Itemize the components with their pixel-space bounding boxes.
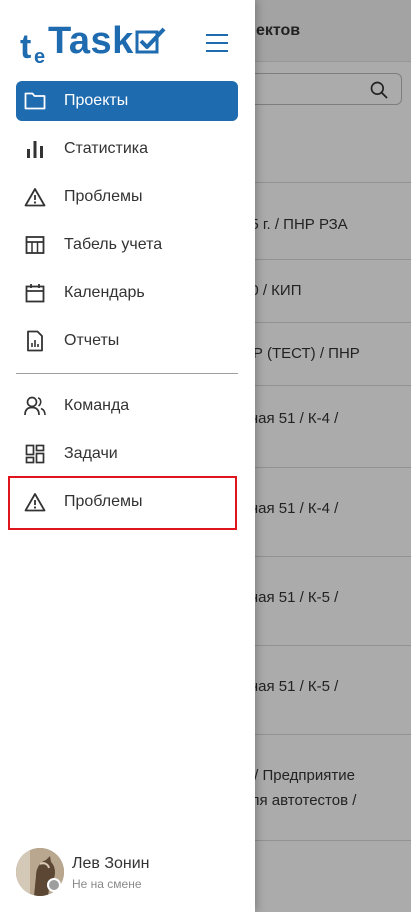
nav-item-label: Календарь <box>64 284 145 301</box>
selection-highlight <box>8 476 237 530</box>
nav-item-label: Проблемы <box>64 188 143 205</box>
checkbox-icon <box>135 27 166 54</box>
logo-letter-t: t <box>20 28 32 66</box>
tetask-logo: t e Task <box>20 18 180 70</box>
menu-icon[interactable] <box>206 33 228 53</box>
tasks-icon <box>23 442 47 466</box>
nav-item-label: Статистика <box>64 140 149 157</box>
nav-item-label: Задачи <box>64 445 118 462</box>
folder-icon <box>23 89 47 113</box>
nav-item-team[interactable]: Команда <box>16 386 238 426</box>
nav-item-calendar[interactable]: Календарь <box>16 273 238 313</box>
user-profile[interactable]: Лев Зонин Не на смене <box>16 848 246 896</box>
user-name: Лев Зонин <box>72 855 150 872</box>
warning-icon <box>23 185 47 209</box>
nav-divider <box>16 373 238 374</box>
report-icon <box>23 329 47 353</box>
logo-letter-e: e <box>34 46 46 68</box>
user-status: Не на смене <box>72 877 142 891</box>
nav-item-label: Команда <box>64 397 130 414</box>
nav-item-label: Табель учета <box>64 236 163 253</box>
nav-item-timesheet[interactable]: Табель учета <box>16 225 238 265</box>
nav-item-label: Отчеты <box>64 332 120 349</box>
nav-item-reports[interactable]: Отчеты <box>16 321 238 361</box>
logo-wordmark: Task <box>48 20 134 62</box>
nav-item-problems[interactable]: Проблемы <box>16 177 238 217</box>
bar-chart-icon <box>23 137 47 161</box>
team-icon <box>23 394 47 418</box>
nav-item-statistics[interactable]: Статистика <box>16 129 238 169</box>
status-indicator <box>47 878 61 892</box>
calendar-icon <box>23 281 47 305</box>
table-icon <box>23 233 47 257</box>
nav-item-label: Проекты <box>64 92 129 109</box>
nav-item-projects[interactable]: Проекты <box>16 81 238 121</box>
navigation-drawer: t e Task Проекты Статистика Проблемы Таб… <box>0 0 255 912</box>
nav-item-tasks[interactable]: Задачи <box>16 434 238 474</box>
